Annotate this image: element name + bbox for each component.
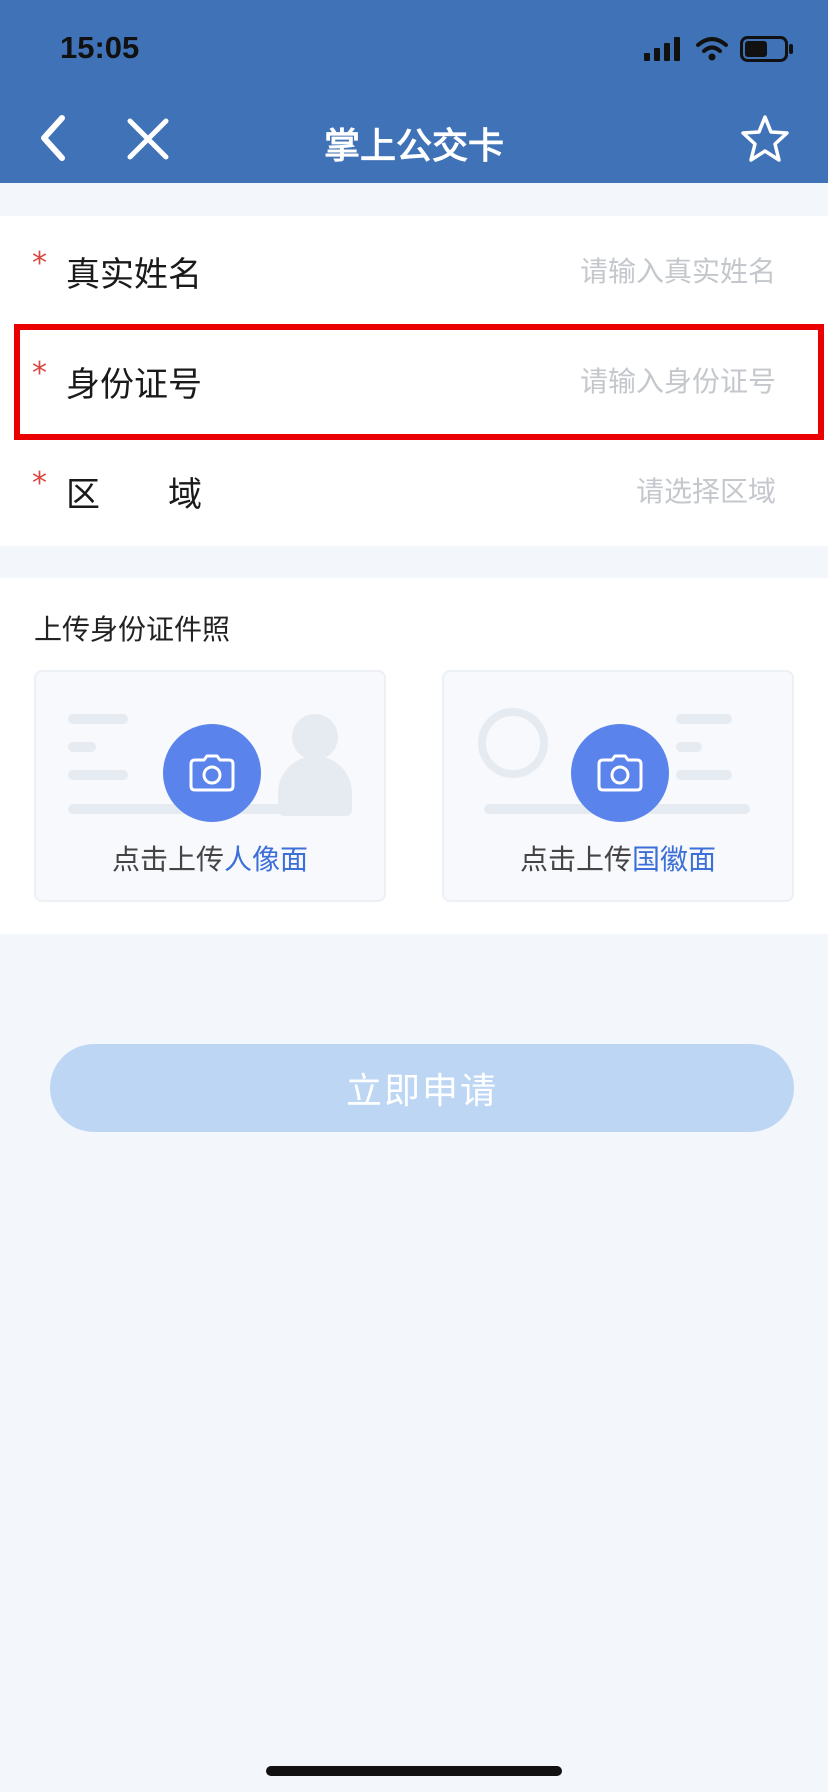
required-mark: * <box>32 466 47 501</box>
star-icon <box>741 115 789 162</box>
status-icons <box>644 34 794 64</box>
camera-button <box>163 724 261 822</box>
placeholder-line <box>68 742 96 752</box>
signal-icon <box>644 37 680 61</box>
upload-front-label: 点击上传人像面 <box>36 838 384 878</box>
placeholder-line <box>676 742 702 752</box>
upload-title: 上传身份证件照 <box>34 613 231 646</box>
apply-button[interactable]: 立即申请 <box>50 1044 794 1132</box>
placeholder-line <box>68 770 128 780</box>
home-indicator <box>266 1766 562 1776</box>
region-select[interactable] <box>416 474 776 508</box>
placeholder-line <box>676 770 732 780</box>
field-label: 区 域 <box>66 474 202 515</box>
upload-front-prefix: 点击上传 <box>111 843 224 876</box>
required-mark: * <box>32 246 47 281</box>
real-name-input[interactable] <box>416 254 776 288</box>
upload-back-prefix: 点击上传 <box>519 843 632 876</box>
status-time: 15:05 <box>60 30 140 65</box>
upload-front-button[interactable]: 点击上传人像面 <box>34 670 386 902</box>
camera-button <box>571 724 669 822</box>
upload-section: 上传身份证件照 点击上传人像面 点击上传国徽面 <box>0 578 828 934</box>
page-title: 掌上公交卡 <box>323 126 504 167</box>
camera-icon <box>189 754 235 792</box>
portrait-placeholder-body <box>278 756 352 816</box>
app-header: 15:05 掌上公交卡 <box>0 0 828 183</box>
favorite-button[interactable] <box>738 112 792 166</box>
upload-back-label: 点击上传国徽面 <box>444 838 792 878</box>
upload-front-highlight: 人像面 <box>224 843 309 876</box>
camera-icon <box>597 754 643 792</box>
placeholder-line <box>68 714 128 724</box>
emblem-placeholder-icon <box>478 708 548 778</box>
highlight-box <box>14 324 824 440</box>
upload-back-button[interactable]: 点击上传国徽面 <box>442 670 794 902</box>
portrait-placeholder-icon <box>292 714 338 760</box>
field-region[interactable]: * 区 域 <box>0 436 828 546</box>
placeholder-line <box>676 714 732 724</box>
battery-icon <box>740 36 793 62</box>
wifi-icon <box>696 37 728 61</box>
field-real-name[interactable]: * 真实姓名 <box>0 216 828 326</box>
field-label: 真实姓名 <box>66 254 202 295</box>
upload-back-highlight: 国徽面 <box>632 843 717 876</box>
